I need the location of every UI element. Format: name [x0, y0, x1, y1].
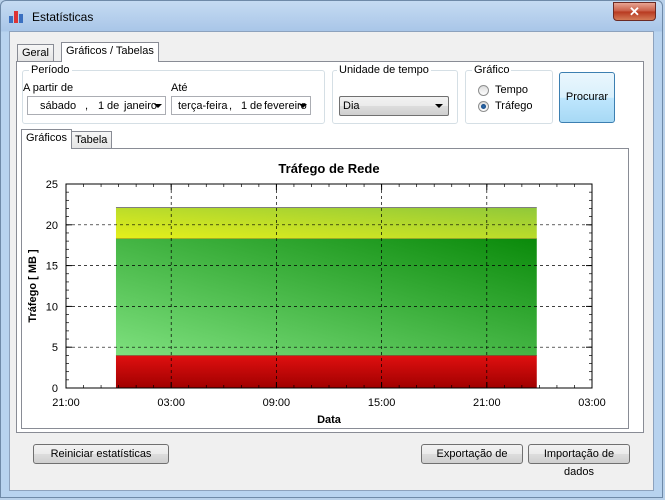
import-data-button[interactable]: Importação de dados: [528, 444, 630, 478]
from-de: de: [107, 100, 120, 112]
y-tick-label: 10: [46, 301, 58, 313]
area-band-1: [115, 238, 537, 356]
chart-panel: Tráfego de Rede 0 5 10 15 20 25 21:00 03:00 09:00…: [21, 148, 629, 429]
x-tick-label: 03:00: [157, 397, 185, 409]
y-axis-label: Tráfego [ MB ]: [27, 249, 39, 323]
from-date-picker[interactable]: sábado , 1 de janeiro: [27, 96, 166, 115]
chevron-down-icon[interactable]: [154, 104, 162, 108]
close-button[interactable]: ✕: [613, 2, 656, 21]
tab-graficos-tabelas[interactable]: Gráficos / Tabelas: [61, 42, 159, 62]
chart-title: Tráfego de Rede: [278, 161, 379, 176]
grafico-legend: Gráfico: [472, 64, 512, 76]
grafico-group: Gráfico Tempo Tráfego: [465, 64, 553, 124]
time-unit-value: Dia: [343, 100, 360, 112]
bar-chart-icon: [9, 9, 25, 23]
x-tick-label: 15:00: [368, 397, 396, 409]
x-tick-label: 21:00: [52, 397, 80, 409]
tab-geral[interactable]: Geral: [17, 44, 54, 62]
to-date-picker[interactable]: terça-feira , 1 de fevereiro: [171, 96, 311, 115]
radio-trafego[interactable]: [478, 101, 489, 112]
y-tick-label: 25: [46, 179, 58, 191]
x-axis-label: Data: [317, 414, 342, 426]
title-bar[interactable]: Estatísticas ✕: [1, 1, 662, 31]
x-tick-label: 09:00: [263, 397, 291, 409]
export-button[interactable]: Exportação de: [421, 444, 523, 464]
to-weekday: terça-feira: [178, 100, 228, 112]
from-month: janeiro: [124, 100, 158, 112]
to-day: 1: [241, 100, 248, 112]
window-title: Estatísticas: [32, 10, 94, 24]
from-label: A partir de: [23, 82, 74, 94]
tab-graficos[interactable]: Gráficos: [21, 129, 72, 149]
client-area: Geral Gráficos / Tabelas Período A parti…: [9, 31, 654, 491]
chevron-down-icon[interactable]: [299, 104, 307, 108]
from-sep: ,: [85, 100, 89, 112]
periodo-group: Período A partir de sábado , 1 de janeir…: [22, 64, 325, 124]
x-tick-label: 21:00: [473, 397, 501, 409]
traffic-chart: Tráfego de Rede 0 5 10 15 20 25 21:00 03:00 09:00…: [27, 161, 606, 426]
chevron-down-icon[interactable]: [435, 104, 443, 108]
statistics-window: Estatísticas ✕ Geral Gráficos / Tabelas …: [0, 0, 663, 498]
y-tick-label: 5: [52, 342, 58, 354]
y-tick-label: 20: [46, 220, 58, 232]
to-de: de: [250, 100, 263, 112]
x-tick-label: 03:00: [578, 397, 606, 409]
periodo-legend: Período: [29, 64, 72, 76]
main-tab-panel: Período A partir de sábado , 1 de janeir…: [16, 61, 644, 433]
area-band-0: [115, 355, 537, 388]
from-weekday: sábado: [40, 100, 77, 112]
y-tick-label: 15: [46, 261, 58, 273]
radio-trafego-label[interactable]: Tráfego: [495, 100, 533, 112]
unidade-group: Unidade de tempo Dia: [332, 64, 458, 124]
time-unit-select[interactable]: Dia: [339, 96, 449, 116]
to-sep: ,: [229, 100, 233, 112]
unidade-legend: Unidade de tempo: [337, 64, 431, 76]
area-band-2: [115, 207, 537, 239]
procurar-button[interactable]: Procurar: [559, 72, 615, 123]
radio-tempo[interactable]: [478, 85, 489, 96]
tab-tabela[interactable]: Tabela: [70, 131, 113, 149]
y-tick-label: 0: [52, 383, 58, 395]
to-label: Até: [171, 82, 188, 94]
from-day: 1: [98, 100, 105, 112]
radio-tempo-label[interactable]: Tempo: [495, 84, 528, 96]
reset-statistics-button[interactable]: Reiniciar estatísticas: [33, 444, 169, 464]
